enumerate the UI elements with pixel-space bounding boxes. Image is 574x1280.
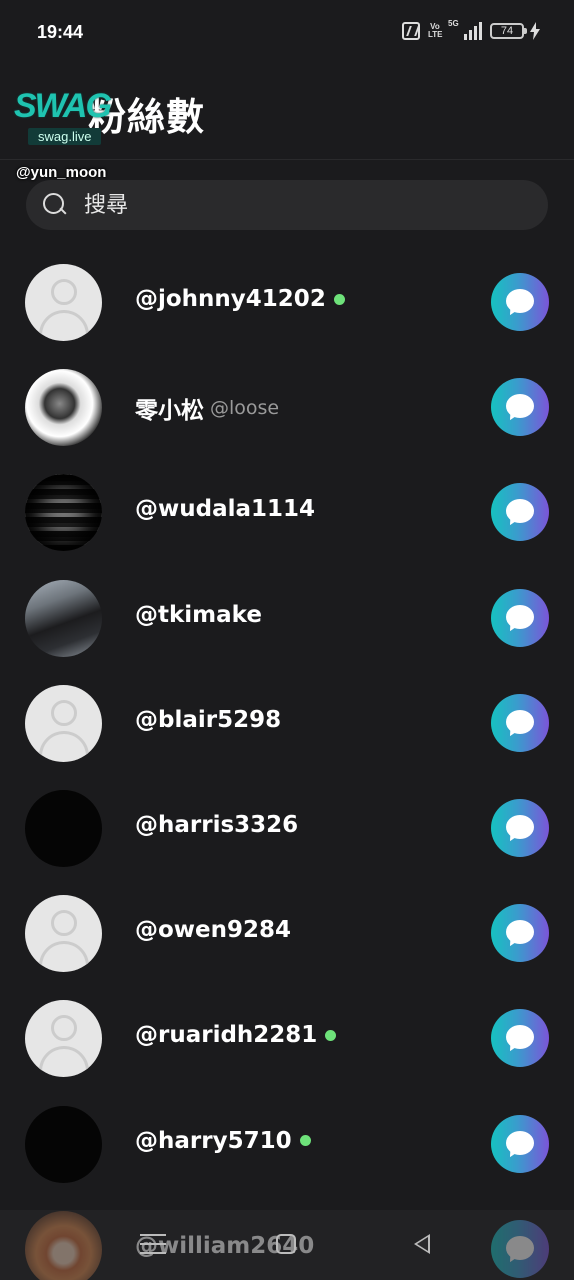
follower-name[interactable]: @wudala1114 (135, 496, 315, 522)
follower-name[interactable]: 零小松 @loose (135, 391, 279, 425)
system-nav-bar (0, 1210, 574, 1280)
avatar[interactable] (25, 369, 102, 447)
chat-bubble-icon (506, 289, 534, 315)
list-item[interactable]: 零小松 @loose (0, 355, 574, 460)
logo-subtitle: swag.live (28, 128, 102, 145)
follower-handle: @loose (210, 397, 280, 420)
list-item[interactable]: @harris3326 (0, 776, 574, 881)
watermark-username: @yun_moon (16, 164, 107, 181)
chat-button[interactable] (491, 483, 549, 542)
default-avatar-icon[interactable] (25, 264, 102, 341)
network-type-label: 5G (448, 19, 459, 28)
chat-bubble-icon (506, 709, 534, 736)
follower-name[interactable]: @johnny41202 (135, 286, 345, 312)
follower-display-name: @johnny41202 (135, 286, 326, 312)
follower-name[interactable]: @owen9284 (135, 917, 291, 943)
follower-name[interactable]: @blair5298 (135, 707, 281, 733)
follower-display-name: @harris3326 (135, 811, 299, 838)
list-item[interactable]: @ruaridh2281 (0, 986, 574, 1091)
list-item[interactable]: @tkimake (0, 566, 574, 671)
search-icon (42, 192, 68, 218)
search-input[interactable] (84, 192, 484, 218)
signal-icon: 5G (448, 19, 482, 40)
avatar[interactable] (25, 789, 102, 867)
follower-list: @johnny41202 零小松 @loose @wudala1114 @tkimake… (0, 250, 574, 1280)
online-dot-icon (333, 293, 345, 305)
status-icons: Vo LTE 5G 74 (402, 19, 540, 40)
follower-display-name: @harry5710 (135, 1127, 292, 1154)
chat-bubble-icon (506, 394, 534, 420)
list-item[interactable]: @johnny41202 (0, 250, 574, 355)
default-avatar-icon[interactable] (25, 1000, 102, 1078)
volte-icon: Vo LTE (428, 22, 443, 39)
chat-bubble-icon (506, 814, 534, 841)
online-dot-icon (299, 1135, 311, 1146)
chat-button[interactable] (491, 378, 549, 437)
recent-apps-icon[interactable] (140, 1234, 166, 1254)
follower-display-name: @tkimake (135, 601, 262, 628)
follower-display-name: @wudala1114 (135, 496, 316, 523)
default-avatar-icon[interactable] (25, 895, 102, 973)
chat-button[interactable] (491, 1114, 549, 1173)
status-time: 19:44 (37, 22, 84, 42)
follower-name[interactable]: @harry5710 (135, 1128, 311, 1154)
back-icon[interactable] (414, 1234, 430, 1254)
logo-wordmark: SWAG (14, 87, 112, 125)
status-bar: 19:44 Vo LTE 5G 74 (0, 0, 574, 66)
follower-name[interactable]: @harris3326 (135, 812, 298, 838)
swag-logo: SWAG swag.live (14, 88, 114, 145)
online-dot-icon (325, 1029, 337, 1041)
list-item[interactable]: @owen9284 (0, 881, 574, 986)
chat-button[interactable] (491, 693, 549, 752)
chat-button[interactable] (491, 273, 549, 331)
default-avatar-icon[interactable] (25, 684, 102, 762)
follower-display-name: @blair5298 (135, 706, 282, 733)
chat-button[interactable] (491, 798, 549, 857)
chat-button[interactable] (491, 1009, 549, 1068)
list-item[interactable]: @harry5710 (0, 1092, 574, 1197)
home-icon[interactable] (276, 1234, 296, 1254)
avatar[interactable] (25, 1105, 102, 1183)
chat-bubble-icon (506, 920, 534, 946)
nfc-icon (402, 22, 420, 40)
chat-button[interactable] (491, 588, 549, 647)
follower-name[interactable]: @tkimake (135, 602, 262, 628)
header: 粉絲數 SWAG swag.live (0, 66, 574, 160)
chat-bubble-icon (506, 604, 534, 631)
battery-icon: 74 (490, 23, 527, 39)
avatar[interactable] (25, 474, 102, 552)
list-item[interactable]: @wudala1114 (0, 460, 574, 565)
list-item[interactable]: @blair5298 (0, 671, 574, 776)
chat-button[interactable] (491, 904, 549, 963)
follower-name[interactable]: @ruaridh2281 (135, 1022, 337, 1049)
chat-bubble-icon (506, 499, 534, 525)
chat-bubble-icon (506, 1025, 534, 1051)
avatar[interactable] (25, 579, 102, 657)
search-bar[interactable] (26, 180, 548, 230)
follower-display-name: @ruaridh2281 (135, 1022, 318, 1049)
follower-display-name: 零小松 (135, 398, 204, 425)
follower-display-name: @owen9284 (135, 917, 292, 944)
chat-bubble-icon (506, 1130, 534, 1157)
